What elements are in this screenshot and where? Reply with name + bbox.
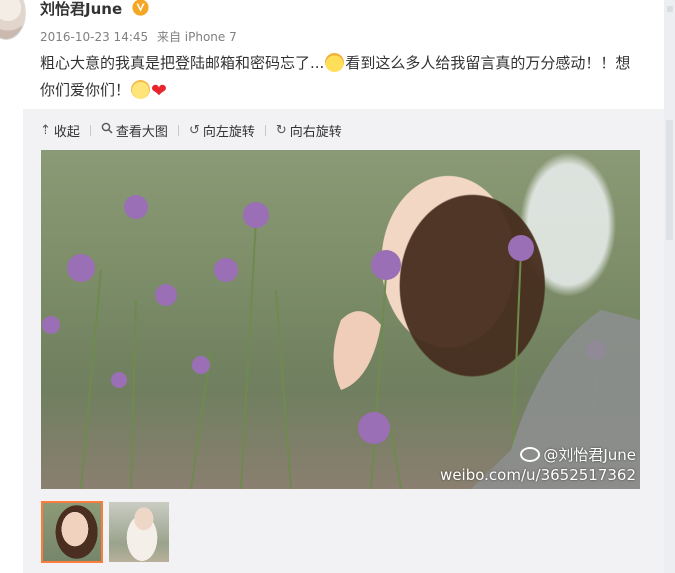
username-row: 刘怡君June [40, 0, 149, 19]
watermark-url: weibo.com/u/3652517362 [440, 466, 636, 484]
rotate-left-button[interactable]: ↺ 向左旋转 [189, 121, 255, 140]
toolbar-divider [89, 124, 91, 136]
rotate-right-icon: ↻ [275, 122, 287, 138]
view-large-label: 查看大图 [115, 124, 168, 140]
scrollbar-thumb[interactable] [666, 120, 673, 240]
rotate-left-icon: ↺ [188, 122, 200, 138]
thumbnail-strip [41, 501, 169, 563]
image-toolbar: ⇡ 收起 查看大图 ↺ 向左旋转 ↻ 向右旋转 [40, 121, 342, 140]
red-heart-emoji: ❤ [151, 80, 167, 102]
avatar[interactable] [0, 0, 26, 40]
weibo-logo-icon [520, 447, 541, 462]
media-panel: ⇡ 收起 查看大图 ↺ 向左旋转 ↻ 向右旋转 @刘怡君June weibo.c… [23, 109, 664, 573]
gold-v-verified-icon[interactable] [132, 0, 149, 16]
laughing-tears-emoji [325, 53, 345, 72]
kiss-emoji [131, 80, 151, 99]
collapse-button[interactable]: ⇡ 收起 [40, 121, 80, 140]
main-photo[interactable]: @刘怡君June weibo.com/u/3652517362 [41, 150, 640, 489]
toolbar-divider [177, 124, 179, 136]
view-large-button[interactable]: 查看大图 [101, 121, 168, 140]
rotate-left-label: 向左旋转 [202, 124, 255, 140]
post-meta: 2016-10-23 14:45 来自 iPhone 7 [40, 28, 242, 45]
magnifier-icon [101, 122, 113, 138]
collapse-label: 收起 [53, 124, 80, 140]
post-time[interactable]: 2016-10-23 14:45 [40, 30, 148, 44]
post-text: 粗心大意的我真是把登陆邮箱和密码忘了... 看到这么多人给我留言真的万分感动！！想… [40, 50, 645, 105]
watermark-user: @刘怡君June [543, 446, 636, 464]
post-source[interactable]: 来自 iPhone 7 [157, 30, 237, 44]
rotate-right-button[interactable]: ↻ 向右旋转 [276, 121, 342, 140]
scroll-marker [667, 6, 673, 12]
thumbnail-1[interactable] [41, 501, 103, 563]
toolbar-divider [264, 124, 266, 136]
username[interactable]: 刘怡君June [40, 0, 122, 18]
photo-watermark: @刘怡君June weibo.com/u/3652517362 [440, 445, 636, 485]
rotate-right-label: 向右旋转 [289, 124, 342, 140]
page-scroll-area [664, 0, 675, 573]
thumbnail-2[interactable] [109, 502, 169, 562]
weibo-post: 刘怡君June 2016-10-23 14:45 来自 iPhone 7 粗心大… [0, 0, 664, 573]
photo-flowers-illustration [42, 195, 640, 489]
collapse-arrow-icon: ⇡ [40, 122, 51, 138]
post-text-part-1: 粗心大意的我真是把登陆邮箱和密码忘了... [40, 54, 325, 72]
